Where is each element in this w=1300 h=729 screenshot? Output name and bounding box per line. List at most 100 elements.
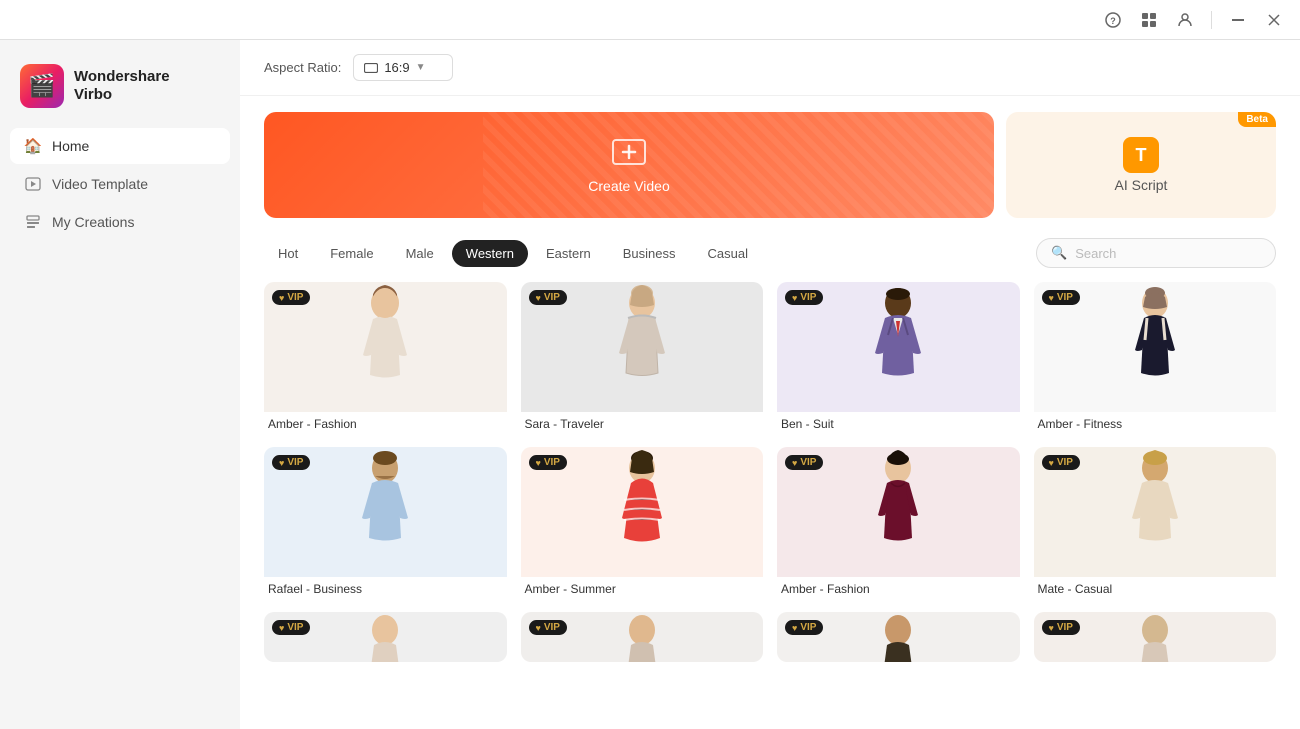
vip-badge-3: VIP: [785, 290, 823, 305]
main-toolbar: Aspect Ratio: 16:9 ▼: [240, 40, 1300, 96]
avatar-img-12: VIP: [1034, 612, 1277, 662]
vip-badge-11: VIP: [785, 620, 823, 635]
aspect-ratio-label: Aspect Ratio:: [264, 60, 341, 75]
avatar-img-11: VIP: [777, 612, 1020, 662]
aspect-ratio-select[interactable]: 16:9 ▼: [353, 54, 453, 81]
avatar-label-6: Amber - Summer: [521, 577, 764, 598]
avatar-figure-10: [602, 612, 682, 662]
avatar-img-9: VIP: [264, 612, 507, 662]
avatar-label-2: Sara - Traveler: [521, 412, 764, 433]
chevron-down-icon: ▼: [416, 62, 426, 73]
vip-badge-7: VIP: [785, 455, 823, 470]
avatar-figure-3: [858, 285, 938, 410]
aspect-ratio-icon: [364, 63, 378, 73]
vip-badge-10: VIP: [529, 620, 567, 635]
avatar-card-6[interactable]: VIP: [521, 447, 764, 598]
avatar-card-12[interactable]: VIP: [1034, 612, 1277, 662]
home-icon: 🏠: [24, 137, 42, 155]
tab-hot[interactable]: Hot: [264, 240, 312, 267]
avatar-figure-4: [1115, 285, 1195, 410]
logo-icon: 🎬: [20, 64, 64, 108]
titlebar: ?: [0, 0, 1300, 40]
avatar-figure-11: [858, 612, 938, 662]
avatar-img-2: VIP: [521, 282, 764, 412]
search-input[interactable]: [1075, 246, 1261, 261]
user-icon[interactable]: [1171, 6, 1199, 34]
avatar-card-10[interactable]: VIP: [521, 612, 764, 662]
vip-badge-1: VIP: [272, 290, 310, 305]
sidebar-item-my-creations[interactable]: My Creations: [10, 204, 230, 240]
ai-script-label: AI Script: [1115, 177, 1168, 193]
app-logo: 🎬 Wondershare Virbo: [0, 56, 240, 128]
search-icon: 🔍: [1051, 245, 1067, 261]
vip-badge-5: VIP: [272, 455, 310, 470]
titlebar-separator: [1211, 11, 1212, 29]
avatar-img-7: VIP: [777, 447, 1020, 577]
create-video-icon: [612, 137, 646, 174]
create-video-banner[interactable]: Create Video: [264, 112, 994, 218]
sidebar-item-video-template[interactable]: Video Template: [10, 166, 230, 202]
avatar-figure-12: [1115, 612, 1195, 662]
tab-female[interactable]: Female: [316, 240, 387, 267]
avatar-figure-6: [602, 450, 682, 575]
avatar-card-7[interactable]: VIP: [777, 447, 1020, 598]
minimize-button[interactable]: [1224, 6, 1252, 34]
ai-script-icon: T: [1123, 137, 1159, 173]
close-button[interactable]: [1260, 6, 1288, 34]
avatar-grid: VIP Amber - Fashio: [264, 282, 1276, 662]
sidebar: 🎬 Wondershare Virbo 🏠 Home Video Templat…: [0, 40, 240, 729]
category-tabs: Hot Female Male Western Eastern Business…: [264, 240, 762, 267]
avatar-label-7: Amber - Fashion: [777, 577, 1020, 598]
beta-badge: Beta: [1238, 112, 1276, 127]
avatar-card-4[interactable]: VIP: [1034, 282, 1277, 433]
avatar-card-9[interactable]: VIP: [264, 612, 507, 662]
svg-text:?: ?: [1110, 16, 1116, 26]
avatar-label-1: Amber - Fashion: [264, 412, 507, 433]
tab-western[interactable]: Western: [452, 240, 528, 267]
avatar-card-3[interactable]: VIP: [777, 282, 1020, 433]
tabs-row: Hot Female Male Western Eastern Business…: [264, 238, 1276, 268]
tab-eastern[interactable]: Eastern: [532, 240, 605, 267]
avatar-figure-9: [345, 612, 425, 662]
avatar-label-5: Rafael - Business: [264, 577, 507, 598]
video-template-icon: [24, 175, 42, 193]
avatar-img-8: VIP: [1034, 447, 1277, 577]
logo-text: Wondershare Virbo: [74, 68, 170, 104]
banners-row: Create Video Beta T AI Script: [264, 112, 1276, 218]
avatar-figure-8: [1115, 450, 1195, 575]
avatar-card-8[interactable]: VIP Mate - Casual: [1034, 447, 1277, 598]
vip-badge-12: VIP: [1042, 620, 1080, 635]
vip-badge-2: VIP: [529, 290, 567, 305]
avatar-figure-5: [345, 450, 425, 575]
help-icon[interactable]: ?: [1099, 6, 1127, 34]
tab-business[interactable]: Business: [609, 240, 690, 267]
avatar-img-3: VIP: [777, 282, 1020, 412]
avatar-img-10: VIP: [521, 612, 764, 662]
avatar-figure-1: [345, 285, 425, 410]
app-container: 🎬 Wondershare Virbo 🏠 Home Video Templat…: [0, 40, 1300, 729]
avatar-img-5: VIP: [264, 447, 507, 577]
ai-script-banner[interactable]: Beta T AI Script: [1006, 112, 1276, 218]
tab-male[interactable]: Male: [392, 240, 448, 267]
avatar-card-11[interactable]: VIP: [777, 612, 1020, 662]
avatar-card-1[interactable]: VIP Amber - Fashio: [264, 282, 507, 433]
create-video-label: Create Video: [588, 178, 669, 194]
avatar-label-4: Amber - Fitness: [1034, 412, 1277, 433]
vip-badge-9: VIP: [272, 620, 310, 635]
avatar-img-1: VIP: [264, 282, 507, 412]
avatar-card-5[interactable]: VIP Rafael - Busin: [264, 447, 507, 598]
search-box[interactable]: 🔍: [1036, 238, 1276, 268]
avatar-figure-2: [602, 285, 682, 410]
avatar-label-3: Ben - Suit: [777, 412, 1020, 433]
my-creations-icon: [24, 213, 42, 231]
avatar-img-4: VIP: [1034, 282, 1277, 412]
sidebar-item-home[interactable]: 🏠 Home: [10, 128, 230, 164]
vip-badge-8: VIP: [1042, 455, 1080, 470]
avatar-figure-7: [858, 450, 938, 575]
sidebar-nav: 🏠 Home Video Template: [0, 128, 240, 240]
avatar-label-8: Mate - Casual: [1034, 577, 1277, 598]
tab-casual[interactable]: Casual: [694, 240, 762, 267]
grid-icon[interactable]: [1135, 6, 1163, 34]
main-content: Create Video Beta T AI Script Hot Female…: [240, 96, 1300, 729]
avatar-card-2[interactable]: VIP Sara - Traveler: [521, 282, 764, 433]
